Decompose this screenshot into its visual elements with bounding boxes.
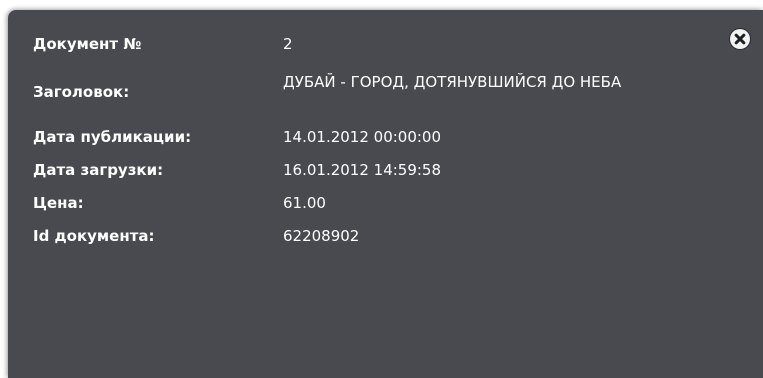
field-row-price: Цена: 61.00 xyxy=(33,194,713,227)
field-label: Цена: xyxy=(33,194,84,212)
field-value: 14.01.2012 00:00:00 xyxy=(283,128,442,146)
document-info-popup: Документ № 2 Заголовок: ДУБАЙ - ГОРОД, Д… xyxy=(8,10,763,378)
field-row-title: Заголовок: ДУБАЙ - ГОРОД, ДОТЯНУВШИЙСЯ Д… xyxy=(33,73,713,128)
field-value: 62208902 xyxy=(283,227,360,245)
field-label: Id документа: xyxy=(33,227,155,245)
field-row-doc-number: Документ № 2 xyxy=(33,35,713,73)
field-row-document-id: Id документа: 62208902 xyxy=(33,227,713,260)
close-icon xyxy=(734,33,746,45)
field-value: 16.01.2012 14:59:58 xyxy=(283,161,442,179)
field-value: ДУБАЙ - ГОРОД, ДОТЯНУВШИЙСЯ ДО НЕБА xyxy=(283,73,622,91)
field-row-publication-date: Дата публикации: 14.01.2012 00:00:00 xyxy=(33,128,713,161)
field-value: 2 xyxy=(283,35,293,53)
field-value: 61.00 xyxy=(283,194,326,212)
field-label: Дата загрузки: xyxy=(33,161,164,179)
field-label: Заголовок: xyxy=(33,83,130,101)
field-label: Дата публикации: xyxy=(33,128,192,146)
field-label: Документ № xyxy=(33,35,142,53)
field-row-upload-date: Дата загрузки: 16.01.2012 14:59:58 xyxy=(33,161,713,194)
document-details-table: Документ № 2 Заголовок: ДУБАЙ - ГОРОД, Д… xyxy=(33,35,713,260)
close-button[interactable] xyxy=(730,29,750,49)
